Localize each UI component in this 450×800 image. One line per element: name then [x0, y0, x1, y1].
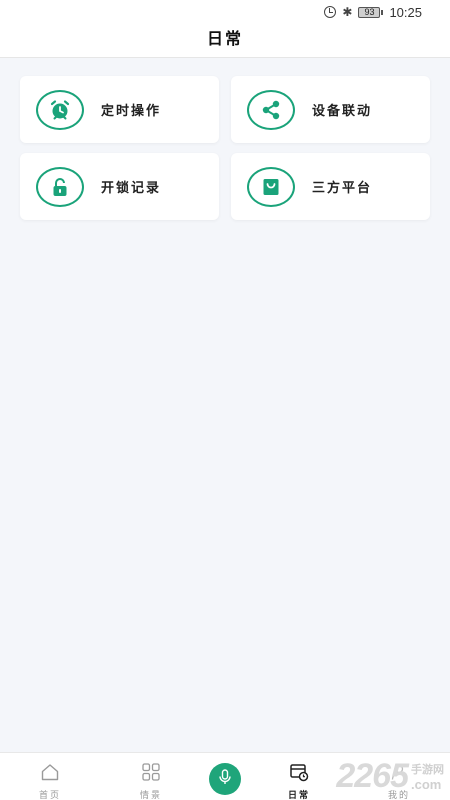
- status-time: 10:25: [389, 4, 422, 20]
- calendar-clock-icon: [289, 762, 309, 782]
- alarm-clock-icon: [36, 89, 84, 130]
- watermark-logo: 2265 手游网 .com: [336, 752, 444, 800]
- status-icons: ✱ 93 10:25: [324, 4, 422, 20]
- page-title: 日常: [206, 29, 243, 48]
- tab-label: 首页: [38, 791, 61, 800]
- status-bar: ✱ 93 10:25: [0, 0, 450, 24]
- tab-label: 情景: [139, 791, 162, 800]
- battery-indicator: 93: [358, 6, 384, 18]
- voice-button[interactable]: [209, 763, 241, 795]
- tab-home[interactable]: 首页: [20, 753, 80, 800]
- microphone-icon: [216, 768, 234, 790]
- tab-daily[interactable]: 日常: [269, 753, 329, 800]
- tab-label: 日常: [287, 791, 310, 800]
- grid-icon: [141, 762, 161, 782]
- card-label: 设备联动: [312, 104, 373, 119]
- battery-level: 93: [358, 6, 381, 18]
- watermark-text: 手游网 .com: [411, 761, 444, 792]
- card-label: 三方平台: [312, 181, 373, 196]
- watermark-top: 手游网: [411, 762, 444, 776]
- watermark-bottom: .com: [411, 776, 442, 792]
- unlock-icon: [36, 166, 84, 207]
- card-device-linkage[interactable]: 设备联动: [231, 76, 430, 143]
- alarm-status-icon: [324, 6, 337, 18]
- bluetooth-icon: ✱: [342, 5, 353, 19]
- home-icon: [40, 762, 60, 782]
- card-label: 开锁记录: [101, 181, 162, 196]
- share-icon: [247, 89, 295, 130]
- battery-tip: [381, 9, 384, 15]
- card-unlock-records[interactable]: 开锁记录: [20, 153, 219, 220]
- tab-scenes[interactable]: 情景: [121, 753, 181, 800]
- card-label: 定时操作: [101, 104, 162, 119]
- card-timed-operation[interactable]: 定时操作: [20, 76, 219, 143]
- shopping-bag-icon: [247, 166, 295, 207]
- page-header: 日常: [0, 24, 450, 58]
- card-third-party-platform[interactable]: 三方平台: [231, 153, 430, 220]
- watermark-number: 2265: [336, 756, 409, 795]
